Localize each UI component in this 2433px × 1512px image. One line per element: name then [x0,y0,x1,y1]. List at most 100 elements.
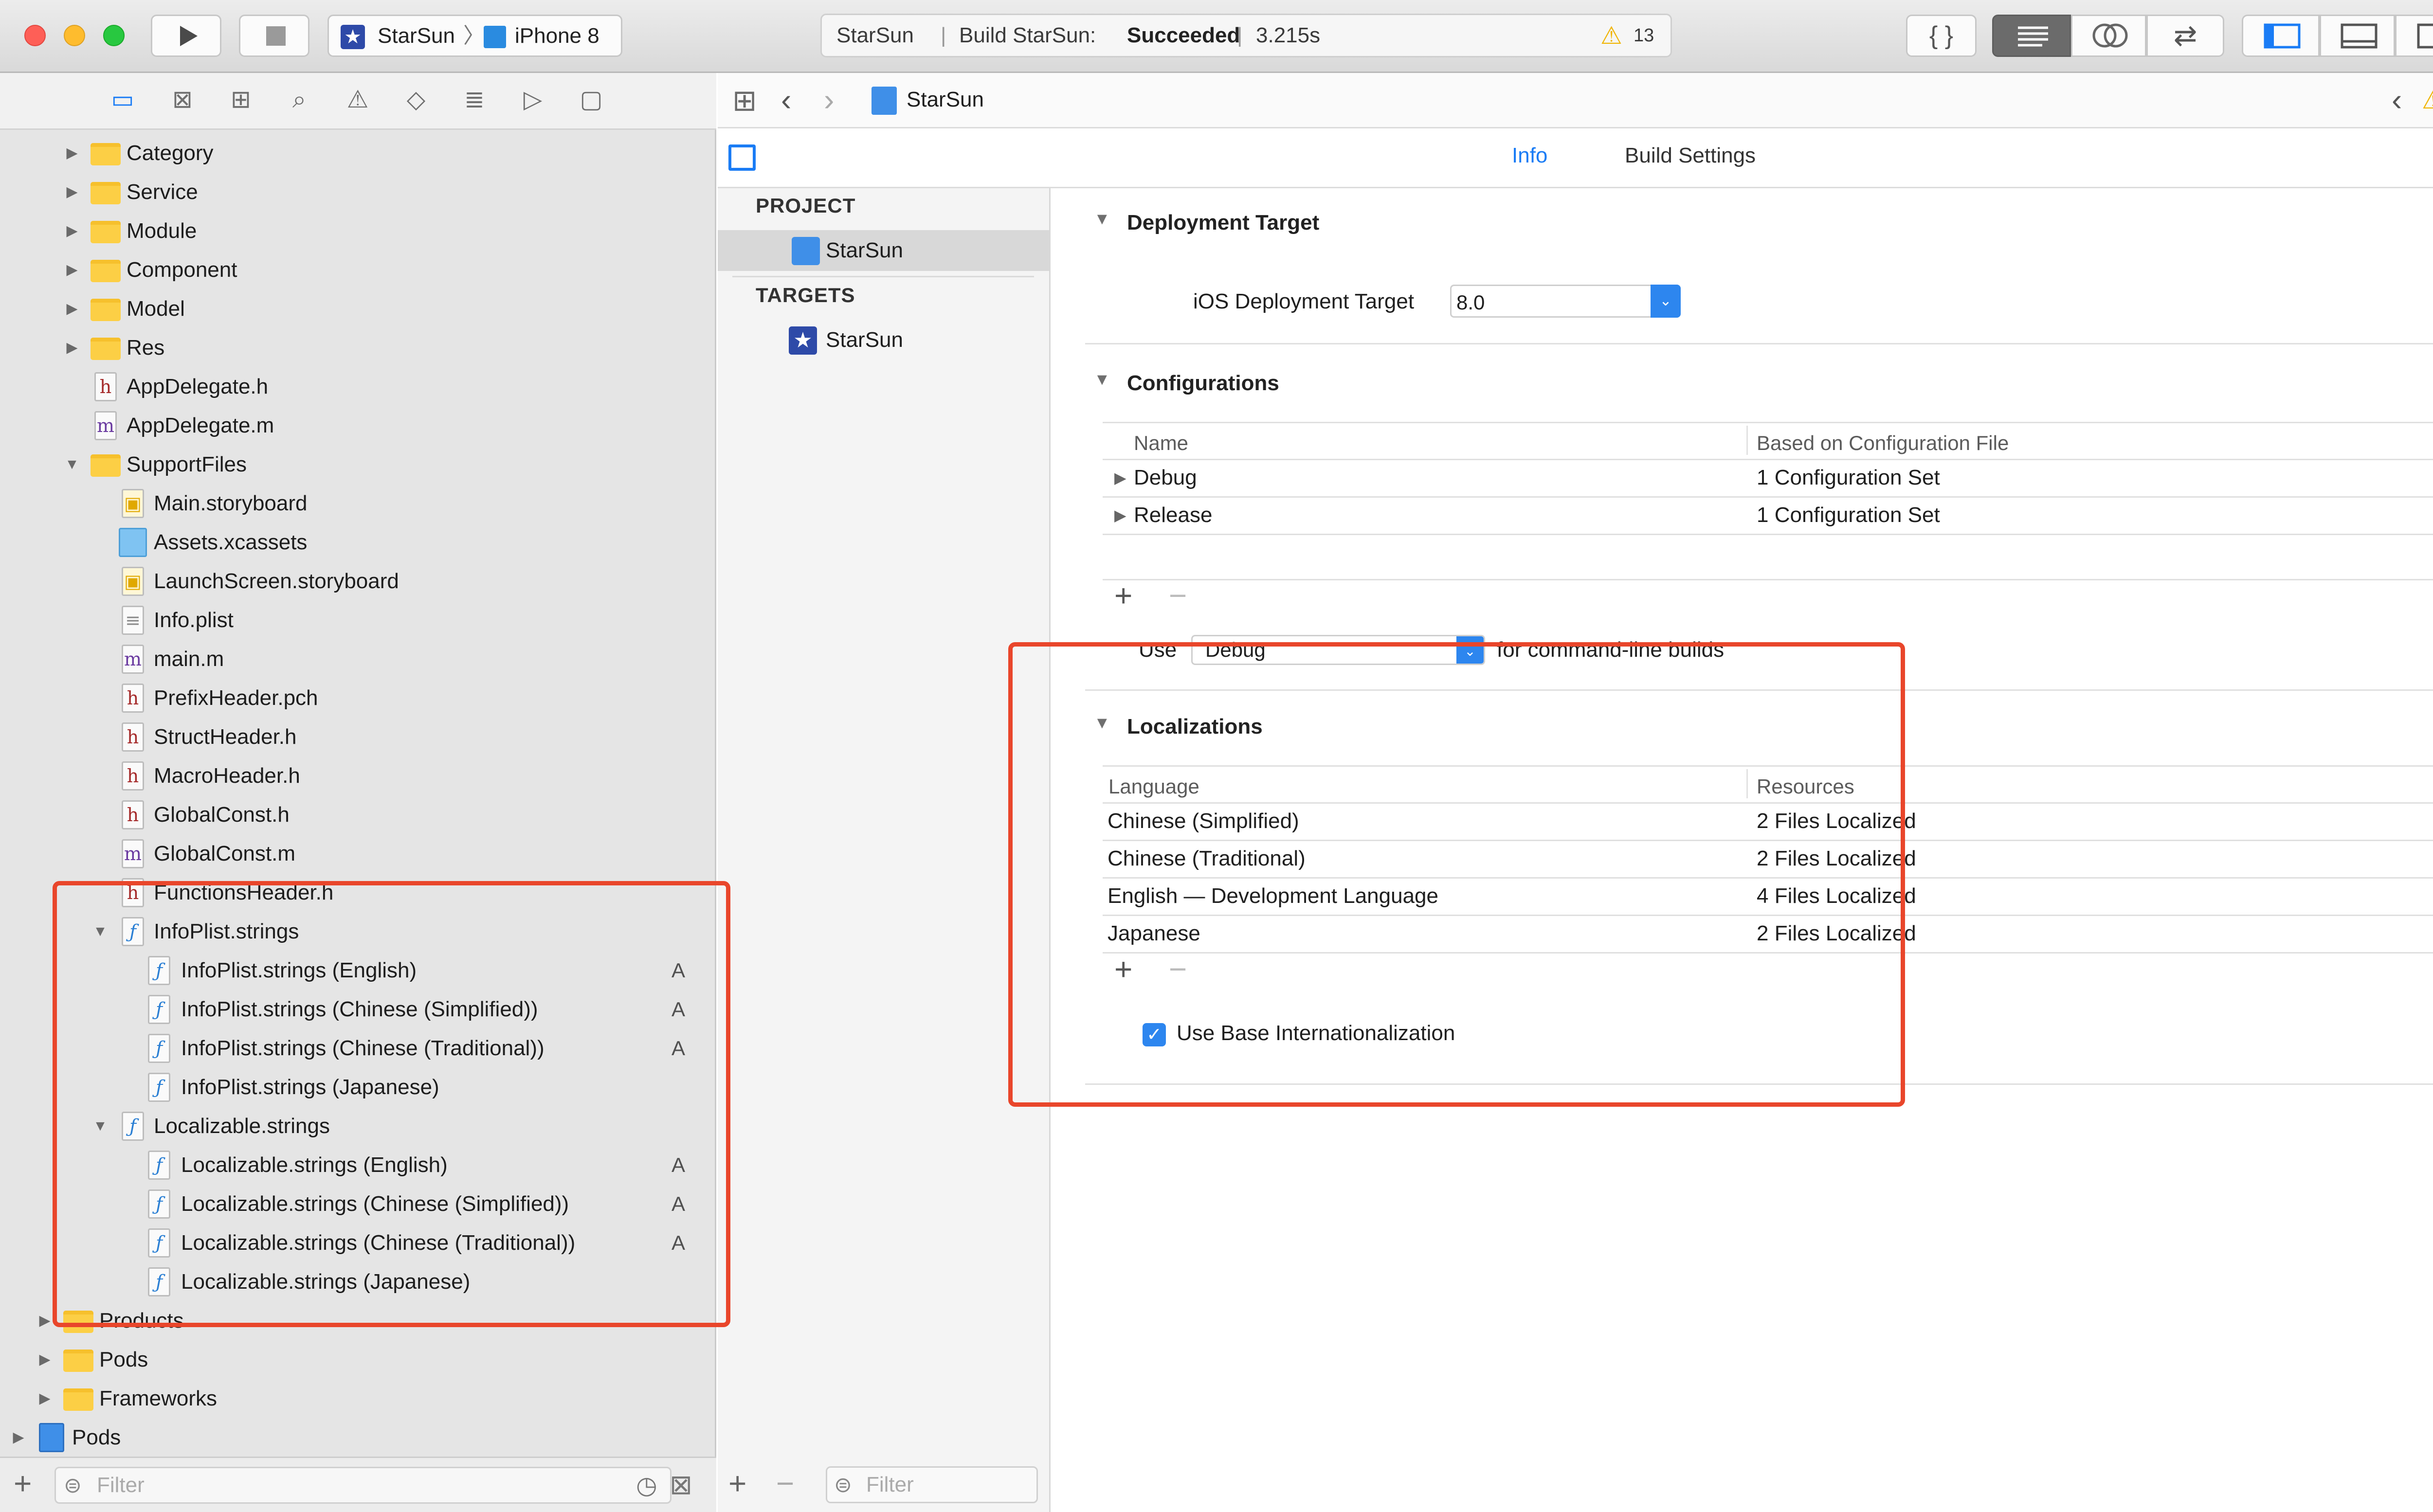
warning-icon[interactable]: ⚠ [1600,15,1622,56]
scheme-selector[interactable]: ★ StarSun 〉 iPhone 8 [327,15,622,57]
list-item[interactable]: m GlobalConst.m [0,834,716,873]
list-item[interactable]: m AppDelegate.m [0,406,716,445]
disclosure-triangle-icon[interactable]: ▶ [62,212,82,251]
warning-icon[interactable]: ⚠ [2422,86,2433,115]
list-item[interactable]: ▣ Main.storyboard [0,484,716,523]
list-item[interactable]: h StructHeader.h [0,718,716,756]
activity-project: StarSun [836,23,914,47]
disclosure-triangle-icon[interactable]: ▶ [62,173,82,212]
debug-icon[interactable]: ≣ [460,85,489,114]
add-icon[interactable]: + [14,1468,32,1499]
project-row[interactable]: StarSun [718,230,1051,271]
warning-count[interactable]: 13 [1634,15,1654,56]
app-icon: ★ [341,25,365,49]
disclosure-triangle-icon[interactable]: ▶ [62,251,82,289]
report-icon[interactable]: ▢ [577,85,606,114]
forward-arrow-icon[interactable]: › [824,82,834,118]
table-row[interactable]: ▶ Debug 1 Configuration Set [1103,460,2433,496]
list-item[interactable]: ▶ Pods [0,1340,716,1379]
add-icon[interactable]: + [728,1465,746,1501]
breadcrumb[interactable]: StarSun [907,88,984,112]
toggle-navigator-button[interactable] [2242,15,2320,57]
issue-icon[interactable]: ⚠ [343,85,372,114]
assistant-editor-button[interactable] [2071,15,2146,57]
table-row[interactable]: ▶ Release 1 Configuration Set [1103,497,2433,534]
collapse-triangle-icon[interactable]: ▼ [1094,210,1110,229]
list-item[interactable]: h AppDelegate.h [0,367,716,406]
folder-icon[interactable]: ▭ [108,85,137,114]
folder-icon [91,221,121,243]
list-item[interactable]: ▶ Res [0,328,716,367]
disclosure-triangle-icon[interactable]: ▶ [35,1301,54,1340]
list-item[interactable]: ▶ Module [0,212,716,251]
toggle-inspector-button[interactable] [2395,15,2433,57]
disclosure-triangle-icon[interactable]: ▶ [62,289,82,328]
list-item[interactable]: ▶ Category [0,134,716,173]
previous-issue-icon[interactable]: ‹ [2392,82,2402,118]
list-item[interactable]: m main.m [0,640,716,679]
add-configuration-icon[interactable]: + [1114,577,1132,613]
standard-editor-button[interactable] [1992,15,2071,57]
tab-build-settings[interactable]: Build Settings [1625,144,1756,168]
column-header-config-file[interactable]: Based on Configuration File [1757,432,2009,455]
sidebar-toggle-icon[interactable] [728,144,756,171]
header-file-icon: h [122,761,144,791]
activity-divider: | [1237,23,1243,47]
symbol-icon[interactable]: ⊞ [226,85,255,114]
recent-icon[interactable]: ◷ [636,1471,657,1499]
library-button[interactable]: { } [1906,15,1977,57]
collapse-triangle-icon[interactable]: ▼ [1094,370,1110,389]
disclosure-triangle-icon[interactable]: ▶ [35,1379,54,1418]
list-item[interactable]: ▶ Pods [0,1418,716,1457]
remove-icon[interactable]: − [776,1465,794,1501]
scm-filter-icon[interactable]: ⊠ [670,1469,692,1501]
back-arrow-icon[interactable]: ‹ [781,82,791,118]
folder-icon [91,338,121,360]
disclosure-triangle-icon[interactable]: ▶ [35,1340,54,1379]
disclosure-triangle-icon[interactable]: ▶ [1114,506,1126,524]
breakpoint-icon[interactable]: ▷ [518,85,547,114]
deployment-target-select[interactable]: 8.0 ⌄ [1450,285,1681,318]
list-item[interactable]: ▶ Model [0,289,716,328]
list-item[interactable]: Assets.xcassets [0,523,716,562]
navigator-tabs: ▭ ⊠ ⊞ ⌕ ⚠ ◇ ≣ ▷ ▢ [0,73,716,130]
related-items-icon[interactable]: ⊞ [732,84,757,118]
test-icon[interactable]: ◇ [401,85,431,114]
list-item-label: PrefixHeader.pch [154,686,318,710]
filter-field[interactable]: ⊜ Filter ◷ [54,1467,672,1504]
close-window-button[interactable] [24,25,46,46]
search-icon[interactable]: ⌕ [285,85,314,114]
version-editor-button[interactable]: ⇄ [2146,15,2224,57]
stop-button[interactable] [239,15,309,57]
tab-info[interactable]: Info [1512,144,1547,168]
list-item[interactable]: ▶ Component [0,251,716,289]
run-button[interactable] [151,15,221,57]
disclosure-triangle-icon[interactable]: ▶ [9,1418,28,1457]
list-item[interactable]: ▶ Frameworks [0,1379,716,1418]
list-item[interactable]: ▶ Service [0,173,716,212]
list-item[interactable]: h GlobalConst.h [0,795,716,834]
minimize-window-button[interactable] [64,25,85,46]
source-control-icon[interactable]: ⊠ [168,85,197,114]
list-item[interactable]: ▼ SupportFiles [0,445,716,484]
annotation-highlight-box [1008,642,1905,1107]
list-item[interactable]: h MacroHeader.h [0,756,716,795]
list-item[interactable]: ▣ LaunchScreen.storyboard [0,562,716,601]
remove-configuration-icon[interactable]: − [1169,577,1187,613]
list-item-label: StructHeader.h [154,725,297,749]
disclosure-triangle-icon[interactable]: ▼ [62,445,82,484]
jump-bar: ⊞ ‹ › StarSun ‹ ⚠ › [718,73,2433,128]
list-item-label: GlobalConst.m [154,842,296,865]
filter-field[interactable]: ⊜ Filter [826,1466,1038,1503]
target-row[interactable]: ★ StarSun [718,320,1051,360]
project-icon [872,87,897,115]
list-item[interactable]: ≡ Info.plist [0,601,716,640]
zoom-window-button[interactable] [103,25,125,46]
disclosure-triangle-icon[interactable]: ▶ [62,328,82,367]
disclosure-triangle-icon[interactable]: ▶ [1114,468,1126,487]
toggle-debug-area-button[interactable] [2320,15,2395,57]
lines-icon [2018,26,2048,47]
disclosure-triangle-icon[interactable]: ▶ [62,134,82,173]
list-item[interactable]: h PrefixHeader.pch [0,679,716,718]
column-header-name[interactable]: Name [1134,432,1188,455]
